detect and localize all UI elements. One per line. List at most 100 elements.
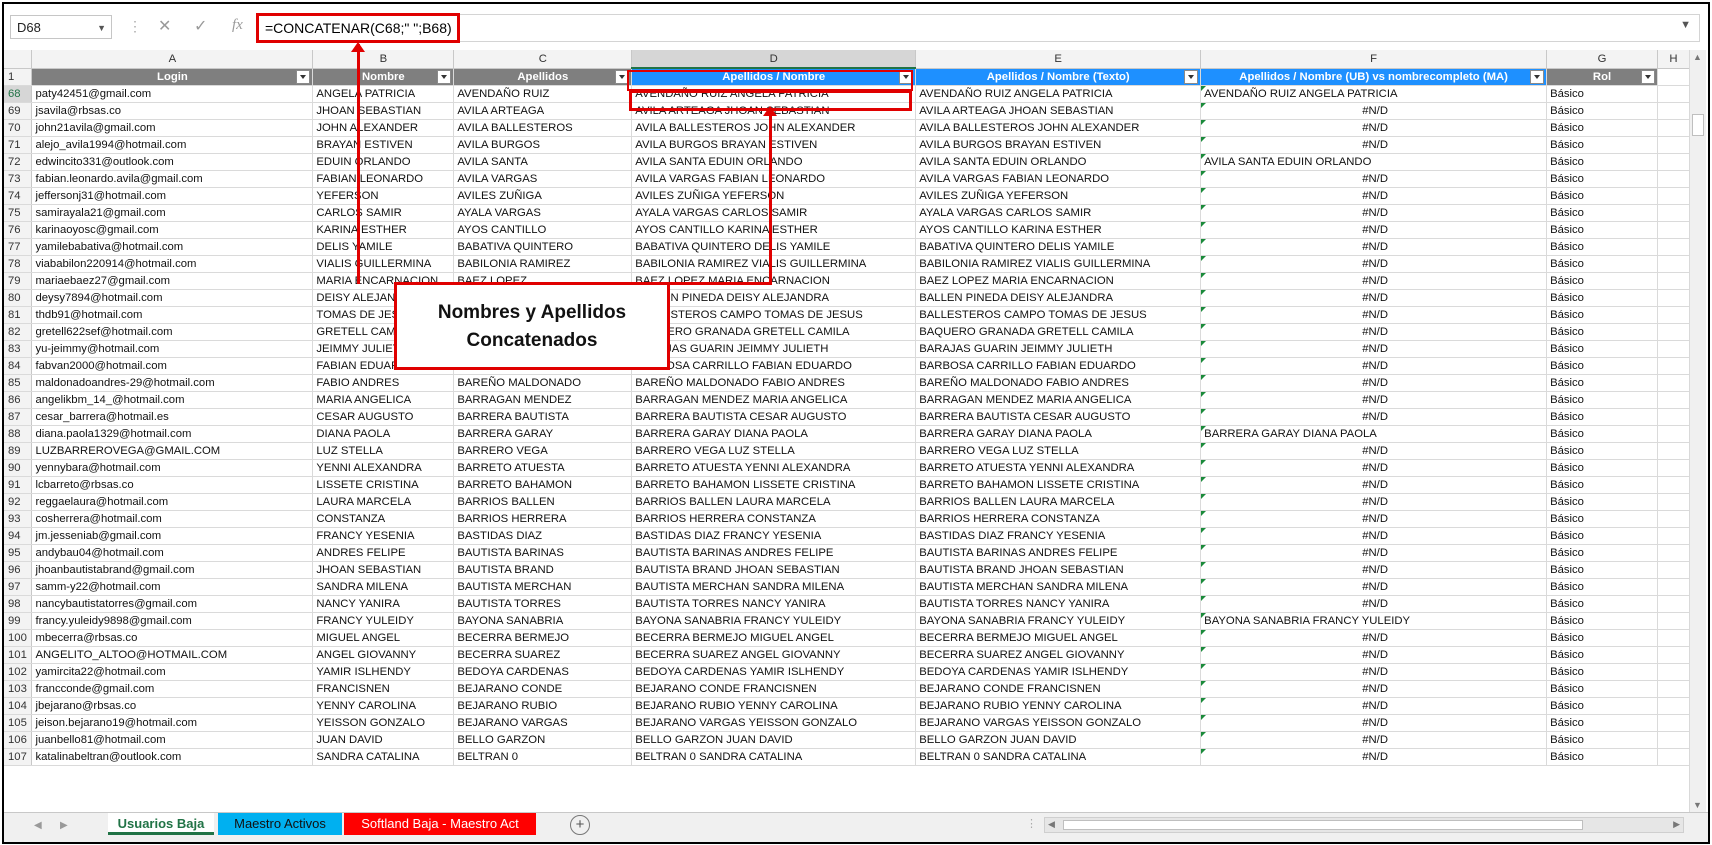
cell-apellidos-nombre-texto[interactable]: AVILA SANTA EDUIN ORLANDO: [915, 153, 1202, 171]
tab-split-handle-icon[interactable]: ⋮: [1026, 817, 1037, 830]
empty-cell[interactable]: [1657, 680, 1690, 698]
empty-cell[interactable]: [1657, 578, 1690, 596]
cell-apellidos[interactable]: BARRIOS HERRERA: [453, 510, 633, 528]
cell-comparacion[interactable]: #N/D: [1200, 510, 1548, 528]
cell-rol[interactable]: Básico: [1546, 272, 1658, 290]
row-number[interactable]: 74: [4, 187, 33, 205]
cell-apellidos[interactable]: BEJARANO CONDE: [453, 680, 633, 698]
cell-login[interactable]: gretell622sef@hotmail.com: [31, 323, 314, 341]
row-number[interactable]: 86: [4, 391, 33, 409]
cell-apellidos-nombre[interactable]: AVILA BALLESTEROS JOHN ALEXANDER: [631, 119, 917, 137]
cell-rol[interactable]: Básico: [1546, 510, 1658, 528]
column-header-c[interactable]: C: [453, 50, 633, 69]
row-number[interactable]: 69: [4, 102, 33, 120]
empty-cell[interactable]: [1657, 272, 1690, 290]
cell-nombre[interactable]: YENNY CAROLINA: [312, 697, 455, 715]
cell-apellidos-nombre-texto[interactable]: BARAJAS GUARIN JEIMMY JULIETH: [915, 340, 1202, 358]
empty-cell[interactable]: [1657, 306, 1690, 324]
cell-login[interactable]: jhoanbautistabrand@gmail.com: [31, 561, 314, 579]
cell-apellidos[interactable]: BARRERA BAUTISTA: [453, 408, 633, 426]
cell-apellidos-nombre[interactable]: BAQUERO GRANADA GRETELL CAMILA: [631, 323, 917, 341]
cell-rol[interactable]: Básico: [1546, 748, 1658, 766]
row-number[interactable]: 75: [4, 204, 33, 222]
cell-apellidos-nombre-texto[interactable]: BAUTISTA BARINAS ANDRES FELIPE: [915, 544, 1202, 562]
row-number[interactable]: 85: [4, 374, 33, 392]
cell-rol[interactable]: Básico: [1546, 680, 1658, 698]
cell-apellidos[interactable]: BELLO GARZON: [453, 731, 633, 749]
cell-nombre[interactable]: FABIAN LEONARDO: [312, 170, 455, 188]
cell-apellidos-nombre[interactable]: BARRAGAN MENDEZ MARIA ANGELICA: [631, 391, 917, 409]
cell-apellidos-nombre[interactable]: BEJARANO RUBIO YENNY CAROLINA: [631, 697, 917, 715]
cell-apellidos-nombre[interactable]: BARRERA GARAY DIANA PAOLA: [631, 425, 917, 443]
cell-rol[interactable]: Básico: [1546, 442, 1658, 460]
cell-login[interactable]: cesar_barrera@hotmail.es: [31, 408, 314, 426]
cell-nombre[interactable]: MARIA ANGELICA: [312, 391, 455, 409]
cell-apellidos[interactable]: AVENDAÑO RUIZ: [453, 85, 633, 103]
column-header-e[interactable]: E: [915, 50, 1202, 69]
filter-dropdown-icon[interactable]: [899, 70, 914, 84]
cell-login[interactable]: alejo_avila1994@hotmail.com: [31, 136, 314, 154]
cell-rol[interactable]: Básico: [1546, 187, 1658, 205]
cell-rol[interactable]: Básico: [1546, 323, 1658, 341]
header-apellidos[interactable]: Apellidos: [453, 68, 633, 86]
cell-comparacion[interactable]: #N/D: [1200, 527, 1548, 545]
cell-rol[interactable]: Básico: [1546, 561, 1658, 579]
cell-apellidos-nombre[interactable]: BELTRAN 0 SANDRA CATALINA: [631, 748, 917, 766]
empty-cell[interactable]: [1657, 102, 1690, 120]
cell-apellidos-nombre[interactable]: BARRERA BAUTISTA CESAR AUGUSTO: [631, 408, 917, 426]
cell-comparacion[interactable]: #N/D: [1200, 544, 1548, 562]
cell-apellidos[interactable]: BARRERA GARAY: [453, 425, 633, 443]
cell-apellidos[interactable]: BARRETO ATUESTA: [453, 459, 633, 477]
cell-rol[interactable]: Básico: [1546, 578, 1658, 596]
cell-comparacion[interactable]: #N/D: [1200, 102, 1548, 120]
row-number[interactable]: 107: [4, 748, 33, 766]
cell-apellidos[interactable]: BEJARANO RUBIO: [453, 697, 633, 715]
cell-login[interactable]: samm-y22@hotmail.com: [31, 578, 314, 596]
cell-nombre[interactable]: JHOAN SEBASTIAN: [312, 561, 455, 579]
cell-apellidos-nombre-texto[interactable]: AVENDAÑO RUIZ ANGELA PATRICIA: [915, 85, 1202, 103]
column-header-b[interactable]: B: [312, 50, 455, 69]
empty-cell[interactable]: [1657, 68, 1690, 86]
scroll-down-icon[interactable]: ▼: [1693, 800, 1702, 810]
cell-nombre[interactable]: CARLOS SAMIR: [312, 204, 455, 222]
cell-apellidos-nombre-texto[interactable]: BAREÑO MALDONADO FABIO ANDRES: [915, 374, 1202, 392]
cell-nombre[interactable]: SANDRA CATALINA: [312, 748, 455, 766]
cell-comparacion[interactable]: #N/D: [1200, 323, 1548, 341]
cell-apellidos[interactable]: BAUTISTA BRAND: [453, 561, 633, 579]
cell-apellidos-nombre[interactable]: BEJARANO CONDE FRANCISNEN: [631, 680, 917, 698]
cell-apellidos-nombre[interactable]: BAREÑO MALDONADO FABIO ANDRES: [631, 374, 917, 392]
cell-comparacion[interactable]: AVENDAÑO RUIZ ANGELA PATRICIA: [1200, 85, 1548, 103]
empty-cell[interactable]: [1657, 391, 1690, 409]
cell-apellidos-nombre-texto[interactable]: BARRETO ATUESTA YENNI ALEXANDRA: [915, 459, 1202, 477]
cell-nombre[interactable]: FRANCY YULEIDY: [312, 612, 455, 630]
cell-rol[interactable]: Básico: [1546, 527, 1658, 545]
cell-apellidos-nombre[interactable]: AVENDAÑO RUIZ ANGELA PATRICIA: [631, 85, 917, 103]
empty-cell[interactable]: [1657, 221, 1690, 239]
cell-login[interactable]: viababilon220914@hotmail.com: [31, 255, 314, 273]
cell-apellidos[interactable]: BARRERO VEGA: [453, 442, 633, 460]
cell-rol[interactable]: Básico: [1546, 136, 1658, 154]
row-number[interactable]: 88: [4, 425, 33, 443]
cell-apellidos-nombre[interactable]: BECERRA BERMEJO MIGUEL ANGEL: [631, 629, 917, 647]
filter-dropdown-icon[interactable]: [1184, 69, 1199, 84]
cell-apellidos-nombre-texto[interactable]: BARRETO BAHAMON LISSETE CRISTINA: [915, 476, 1202, 494]
empty-cell[interactable]: [1657, 153, 1690, 171]
filter-dropdown-icon[interactable]: [437, 69, 452, 84]
cell-apellidos-nombre-texto[interactable]: AVILA ARTEAGA JHOAN SEBASTIAN: [915, 102, 1202, 120]
empty-cell[interactable]: [1657, 187, 1690, 205]
empty-cell[interactable]: [1657, 476, 1690, 494]
cell-comparacion[interactable]: #N/D: [1200, 204, 1548, 222]
empty-cell[interactable]: [1657, 731, 1690, 749]
cell-rol[interactable]: Básico: [1546, 204, 1658, 222]
cell-apellidos-nombre-texto[interactable]: BELLO GARZON JUAN DAVID: [915, 731, 1202, 749]
row-number[interactable]: 101: [4, 646, 33, 664]
cell-rol[interactable]: Básico: [1546, 85, 1658, 103]
cell-login[interactable]: nancybautistatorres@gmail.com: [31, 595, 314, 613]
cell-apellidos-nombre-texto[interactable]: BECERRA BERMEJO MIGUEL ANGEL: [915, 629, 1202, 647]
cell-apellidos-nombre-texto[interactable]: BABATIVA QUINTERO DELIS YAMILE: [915, 238, 1202, 256]
cell-comparacion[interactable]: #N/D: [1200, 136, 1548, 154]
cell-nombre[interactable]: ANGELA PATRICIA: [312, 85, 455, 103]
row-number[interactable]: 87: [4, 408, 33, 426]
cell-login[interactable]: john21avila@gmail.com: [31, 119, 314, 137]
cell-apellidos-nombre-texto[interactable]: AYOS CANTILLO KARINA ESTHER: [915, 221, 1202, 239]
